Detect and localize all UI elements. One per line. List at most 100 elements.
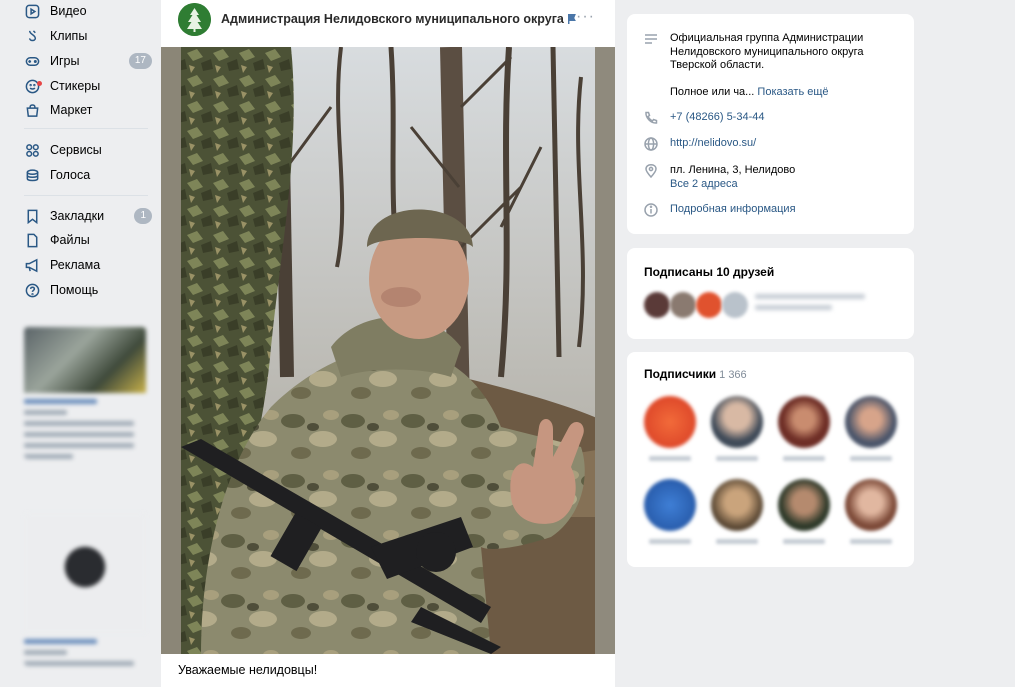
ad-text xyxy=(24,432,134,437)
file-icon xyxy=(24,232,40,248)
nav-divider xyxy=(24,128,148,129)
nav-label: Реклама xyxy=(50,258,101,272)
more-options-icon[interactable]: ··· xyxy=(576,8,595,26)
subscriber-item[interactable] xyxy=(707,396,767,461)
nav-item-ads[interactable]: Реклама xyxy=(24,254,152,276)
official-flag-icon xyxy=(567,14,576,24)
subscribers-card: Подписчики 1 366 xyxy=(627,352,914,567)
phone-link[interactable]: +7 (48266) 5-34-44 xyxy=(670,111,764,125)
nav-item-services[interactable]: Сервисы xyxy=(24,139,152,161)
friends-title: Подписаны 10 друзей xyxy=(644,265,775,279)
video-icon xyxy=(24,3,40,19)
nav-label: Видео xyxy=(50,4,87,18)
bookmark-icon xyxy=(24,208,40,224)
nav-label: Клипы xyxy=(50,29,88,43)
nav-item-video[interactable]: Видео xyxy=(24,0,152,22)
nav-label: Игры xyxy=(50,54,80,68)
post-header: Администрация Нелидовского муниципальног… xyxy=(161,0,615,47)
nav-item-clips[interactable]: Клипы xyxy=(24,25,152,47)
show-more-link[interactable]: Показать ещё xyxy=(757,86,828,98)
notification-dot xyxy=(37,81,42,86)
info-address: пл. Ленина, 3, Нелидово Все 2 адреса xyxy=(644,164,795,191)
nav-label: Закладки xyxy=(50,209,105,223)
subscriber-item[interactable] xyxy=(774,479,834,544)
ad-text xyxy=(24,421,134,426)
nav-divider xyxy=(24,195,148,196)
nav-item-votes[interactable]: Голоса xyxy=(24,164,152,186)
subscribers-count: 1 366 xyxy=(719,369,747,381)
community-info-card: Официальная группа Администрации Нелидов… xyxy=(627,14,914,234)
friends-names xyxy=(755,294,865,316)
friend-avatar[interactable] xyxy=(722,292,748,318)
nav-label: Файлы xyxy=(50,233,90,247)
subscriber-item[interactable] xyxy=(707,479,767,544)
megaphone-icon xyxy=(24,257,40,273)
nav-item-market[interactable]: Маркет xyxy=(24,99,152,121)
nav-item-files[interactable]: Файлы xyxy=(24,229,152,251)
soldier-photo xyxy=(161,47,615,654)
ad-title xyxy=(24,639,98,644)
games-badge: 17 xyxy=(128,53,152,69)
description-truncated: Полное или ча... xyxy=(670,85,755,98)
info-description: Официальная группа Администрации Нелидов… xyxy=(644,32,880,99)
nav-item-help[interactable]: Помощь xyxy=(24,279,152,301)
sidebar-ad[interactable] xyxy=(24,327,146,459)
sidebar-ad[interactable] xyxy=(24,513,146,666)
nav-label: Помощь xyxy=(50,283,99,297)
all-addresses-link[interactable]: Все 2 адреса xyxy=(670,178,795,192)
nav-label: Сервисы xyxy=(50,143,102,157)
address-text: пл. Ленина, 3, Нелидово xyxy=(670,164,796,176)
post-photo[interactable] xyxy=(161,47,615,654)
ad-image xyxy=(24,327,146,393)
location-pin-icon xyxy=(644,164,660,180)
friends-card[interactable]: Подписаны 10 друзей xyxy=(627,248,914,339)
website-link[interactable]: http://nelidovo.su/ xyxy=(670,137,756,151)
subscriber-item[interactable] xyxy=(841,396,901,461)
subscriber-item[interactable] xyxy=(640,479,700,544)
nav-label: Стикеры xyxy=(50,79,101,93)
left-navigation: Видео Клипы Игры 17 Стикеры Маркет Серви… xyxy=(0,0,160,687)
phone-icon xyxy=(644,111,660,127)
friend-avatar[interactable] xyxy=(696,292,722,318)
friend-avatar[interactable] xyxy=(670,292,696,318)
description-text: Официальная группа Администрации Нелидов… xyxy=(670,32,864,71)
ad-title xyxy=(24,399,98,404)
ad-text xyxy=(24,410,67,415)
subscribers-label: Подписчики xyxy=(644,367,717,381)
subscriber-item[interactable] xyxy=(841,479,901,544)
info-site: http://nelidovo.su/ xyxy=(644,137,756,153)
description-icon xyxy=(644,32,660,48)
ad-text xyxy=(24,661,134,666)
details-link[interactable]: Подробная информация xyxy=(670,203,796,217)
ad-text xyxy=(24,650,67,655)
subscribers-title[interactable]: Подписчики 1 366 xyxy=(644,367,747,381)
subscriber-item[interactable] xyxy=(774,396,834,461)
nav-item-bookmarks[interactable]: Закладки 1 xyxy=(24,205,152,227)
wall-post: Администрация Нелидовского муниципальног… xyxy=(161,0,615,687)
nav-label: Маркет xyxy=(50,103,93,117)
services-icon xyxy=(24,142,40,158)
subscriber-item[interactable] xyxy=(640,396,700,461)
votes-icon xyxy=(24,167,40,183)
info-details: Подробная информация xyxy=(644,203,796,219)
help-icon xyxy=(24,282,40,298)
games-icon xyxy=(24,53,40,69)
post-author-name: Администрация Нелидовского муниципальног… xyxy=(221,12,564,26)
nav-item-stickers[interactable]: Стикеры xyxy=(24,75,152,97)
nav-item-games[interactable]: Игры 17 xyxy=(24,50,152,72)
stickers-icon xyxy=(24,78,42,94)
post-author[interactable]: Администрация Нелидовского муниципальног… xyxy=(221,12,576,26)
info-icon xyxy=(644,203,660,219)
clips-icon xyxy=(24,28,40,44)
friend-avatar[interactable] xyxy=(644,292,670,318)
community-avatar[interactable] xyxy=(178,3,211,36)
info-phone: +7 (48266) 5-34-44 xyxy=(644,111,764,127)
ad-text xyxy=(24,443,134,448)
nav-label: Голоса xyxy=(50,168,91,182)
globe-icon xyxy=(644,137,660,153)
ad-image xyxy=(24,513,146,633)
market-icon xyxy=(24,102,40,118)
bookmarks-badge: 1 xyxy=(134,208,152,224)
tree-emblem-icon xyxy=(178,3,211,36)
post-text: Уважаемые нелидовцы! xyxy=(178,663,318,677)
